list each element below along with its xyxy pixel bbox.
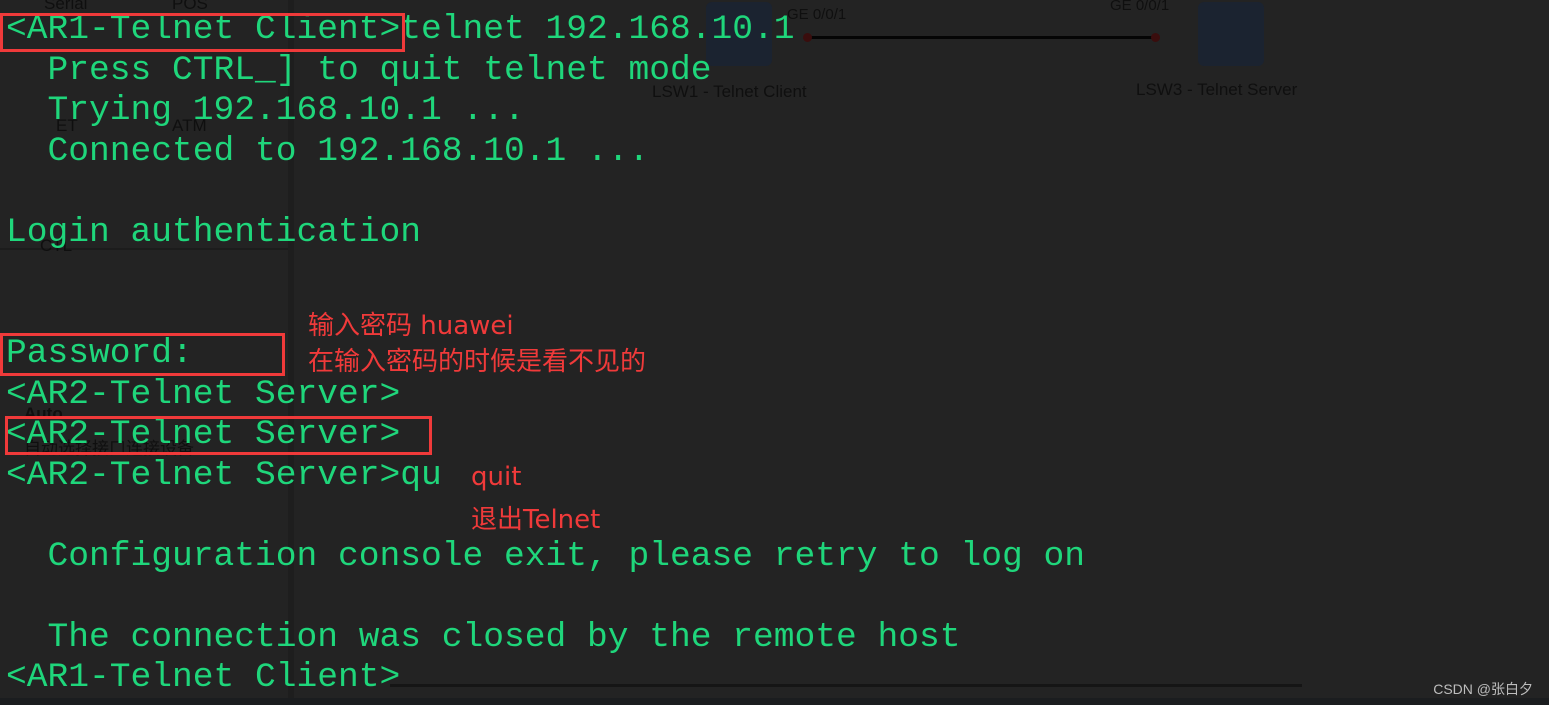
highlight-box-password bbox=[0, 333, 285, 376]
port-dot bbox=[803, 33, 812, 42]
highlight-box-server-prompt bbox=[5, 416, 432, 455]
terminal-line: The connection was closed by the remote … bbox=[6, 618, 961, 657]
quit-note: quit bbox=[471, 462, 522, 492]
terminal-line: Connected to 192.168.10.1 ... bbox=[6, 132, 650, 171]
terminal-line: Press CTRL_] to quit telnet mode bbox=[6, 51, 712, 90]
terminal-line: <AR2-Telnet Server>qu bbox=[6, 456, 442, 495]
terminal-line: Login authentication bbox=[6, 213, 422, 252]
footer-bar bbox=[0, 698, 1549, 705]
password-invisible-note: 在输入密码的时候是看不见的 bbox=[308, 347, 647, 377]
quit-telnet-note: 退出Telnet bbox=[471, 505, 601, 535]
right-port-label: GE 0/0/1 bbox=[1110, 0, 1170, 14]
highlight-box-client-prompt bbox=[0, 13, 405, 52]
link-line bbox=[808, 36, 1156, 39]
terminal-line: <AR2-Telnet Server> bbox=[6, 375, 401, 414]
switch-icon-lsw3[interactable] bbox=[1198, 2, 1264, 66]
lsw3-label: LSW3 - Telnet Server bbox=[1136, 80, 1298, 99]
terminal-line: Configuration console exit, please retry… bbox=[6, 537, 1086, 576]
left-port-label: GE 0/0/1 bbox=[787, 6, 847, 23]
port-dot bbox=[1151, 33, 1160, 42]
terminal-line: <AR1-Telnet Client> bbox=[6, 658, 401, 697]
watermark: CSDN @张白夕 bbox=[1433, 681, 1533, 697]
scroll-line bbox=[390, 684, 1302, 687]
password-note: 输入密码 huawei bbox=[308, 311, 514, 341]
terminal-line: Trying 192.168.10.1 ... bbox=[6, 91, 525, 130]
